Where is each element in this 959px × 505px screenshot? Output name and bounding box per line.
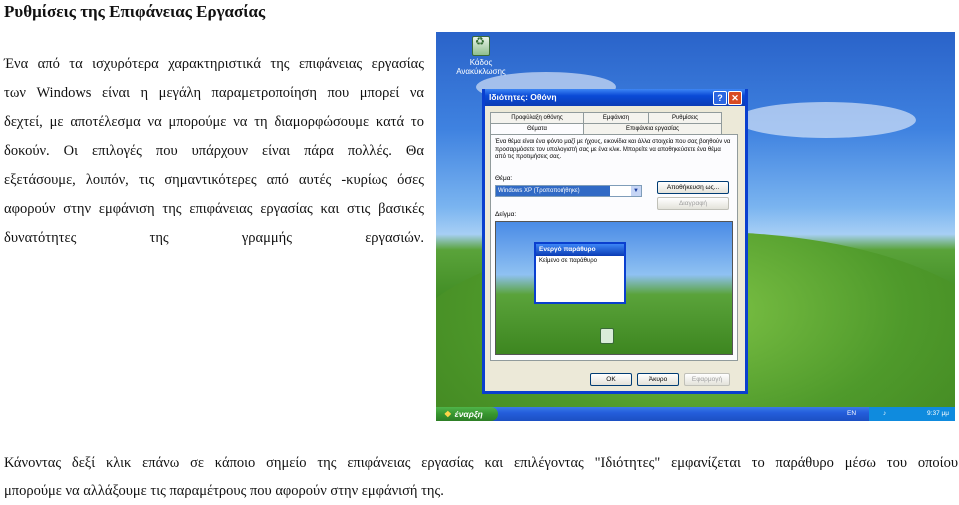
themes-description: Ένα θέμα είναι ένα φόντο μαζί με ήχους, … xyxy=(495,139,731,160)
preview-recycle-bin-icon xyxy=(600,328,614,344)
cancel-button[interactable]: Άκυρο xyxy=(637,373,679,386)
apply-button[interactable]: Εφαρμογή xyxy=(684,373,730,386)
preview-window-text: Κείμενο σε παράθυρο xyxy=(539,258,597,264)
ok-button[interactable]: OK xyxy=(590,373,632,386)
windows-flag-icon: ❖ xyxy=(444,409,452,419)
dialog-titlebar[interactable]: Ιδιότητες: Οθόνη ? ✕ xyxy=(485,89,745,106)
theme-select-value: Windows XP (Τροποποιήθηκε) xyxy=(496,186,610,196)
paragraph-line: των Windows είναι η μεγάλη παραμετροποίη… xyxy=(4,85,424,101)
sample-label: Δείγμα: xyxy=(495,211,517,218)
tab-appearance[interactable]: Εμφάνιση xyxy=(583,112,649,123)
paragraph-line: δεχτεί, με αποτέλεσμα να μπορούμε να τη … xyxy=(4,114,424,130)
close-button[interactable]: ✕ xyxy=(728,91,742,105)
paragraph-line: δυνατότητες της γραμμής εργασιών. xyxy=(4,230,424,246)
recycle-bin-icon xyxy=(472,36,490,56)
display-properties-dialog: Ιδιότητες: Οθόνη ? ✕ Προφύλαξη οθόνης Εμ… xyxy=(482,89,748,394)
start-button[interactable]: ❖ έναρξη xyxy=(436,407,498,421)
system-tray: EN ♪ 9:37 μμ xyxy=(847,407,955,421)
speaker-icon[interactable]: ♪ xyxy=(883,407,886,421)
start-label: έναρξη xyxy=(454,409,483,419)
dialog-title: Ιδιότητες: Οθόνη xyxy=(489,92,557,102)
recycle-bin-desktop-icon[interactable]: Κάδος Ανακύκλωσης xyxy=(456,36,506,76)
caption-line: Κάνοντας δεξί κλικ επάνω σε κάποιο σημεί… xyxy=(4,455,958,471)
theme-select[interactable]: Windows XP (Τροποποιήθηκε) ▼ xyxy=(495,185,642,197)
paragraph-line: Ένα από τα ισχυρότερα χαρακτηριστικά της… xyxy=(4,56,424,72)
preview-window-title: Ενεργό παράθυρο xyxy=(536,244,624,256)
clock: 9:37 μμ xyxy=(927,410,949,417)
tab-desktop[interactable]: Επιφάνεια εργασίας xyxy=(583,123,722,134)
caption-line: μπορούμε να αλλάξουμε τις παραμέτρους πο… xyxy=(4,483,444,499)
tab-screensaver[interactable]: Προφύλαξη οθόνης xyxy=(490,112,584,123)
paragraph-line: αφορούν στην εμφάνιση της επιφάνειας εργ… xyxy=(4,201,424,217)
save-as-button[interactable]: Αποθήκευση ως... xyxy=(657,181,729,194)
paragraph-line: εξετάσουμε, λοιπόν, τις σημαντικότερες α… xyxy=(4,172,424,188)
theme-label: Θέμα: xyxy=(495,175,513,182)
taskbar: ❖ έναρξη EN ♪ 9:37 μμ xyxy=(436,407,955,421)
theme-preview: Ενεργό παράθυρο Κείμενο σε παράθυρο xyxy=(495,221,733,355)
cloud-shape xyxy=(736,102,916,138)
help-button[interactable]: ? xyxy=(713,91,727,105)
delete-button[interactable]: Διαγραφή xyxy=(657,197,729,210)
desktop-screenshot: Κάδος Ανακύκλωσης Ιδιότητες: Οθόνη ? ✕ Π… xyxy=(436,32,955,421)
recycle-bin-label: Κάδος Ανακύκλωσης xyxy=(456,58,506,76)
tab-themes[interactable]: Θέματα xyxy=(490,123,584,134)
tab-settings[interactable]: Ρυθμίσεις xyxy=(648,112,722,123)
themes-panel: Ένα θέμα είναι ένα φόντο μαζί με ήχους, … xyxy=(490,134,738,361)
page-title: Ρυθμίσεις της Επιφάνειας Εργασίας xyxy=(4,2,266,21)
preview-active-window: Ενεργό παράθυρο Κείμενο σε παράθυρο xyxy=(534,242,626,304)
chevron-down-icon[interactable]: ▼ xyxy=(631,186,641,196)
intro-paragraph: Ένα από τα ισχυρότερα χαρακτηριστικά της… xyxy=(4,50,424,253)
language-indicator[interactable]: EN xyxy=(847,407,856,421)
paragraph-line: δοκούν. Οι επιλογές που υπάρχουν είναι π… xyxy=(4,143,424,159)
